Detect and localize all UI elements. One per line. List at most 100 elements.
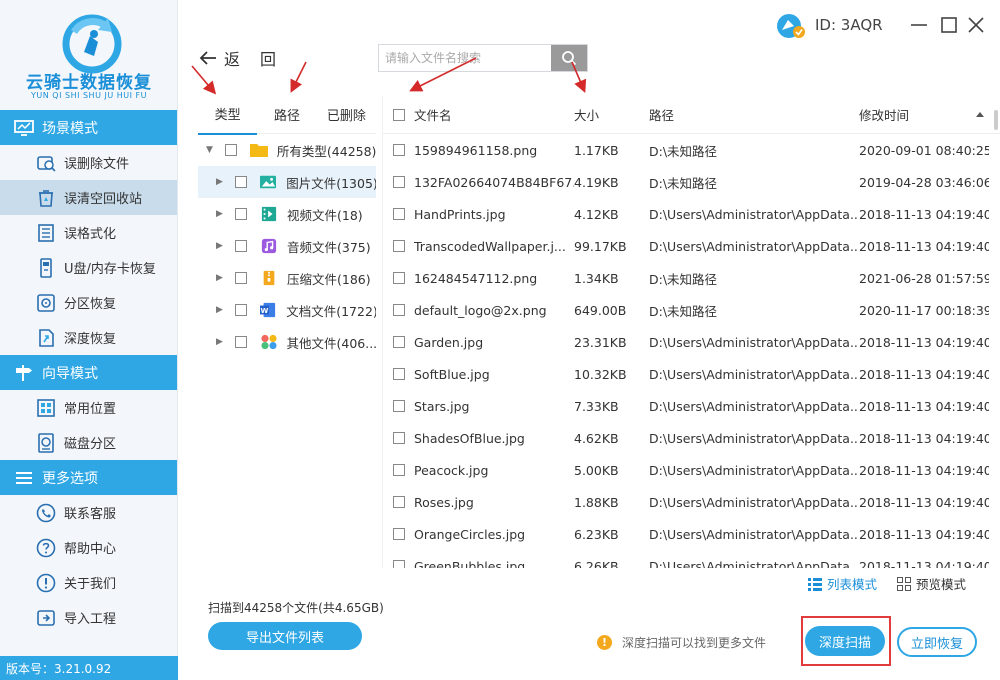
tree-item-checkbox[interactable] (234, 336, 247, 348)
table-row[interactable]: ShadesOfBlue.jpg 4.62KB D:\Users\Administr… (383, 422, 1000, 454)
tab-deleted[interactable]: 已删除 (317, 95, 376, 134)
tree-item-checkbox[interactable] (235, 240, 247, 252)
close-icon[interactable] (965, 14, 987, 36)
sidebar-item[interactable]: 关于我们 (0, 565, 177, 600)
list-mode-button[interactable]: 列表模式 (808, 574, 877, 593)
tree-item[interactable]: ▼ 所有类型(44258) (198, 134, 376, 166)
file-path-cell: D:\Users\Administrator\AppData... (649, 398, 859, 414)
minimize-icon[interactable] (908, 14, 930, 36)
table-row[interactable]: SoftBlue.jpg 10.32KB D:\Users\Administrato… (383, 358, 1000, 390)
table-row[interactable]: Stars.jpg 7.33KB D:\Users\Administrator\Ap… (383, 390, 1000, 422)
import-icon (36, 608, 56, 628)
deep-scan-button[interactable]: 深度扫描 (805, 626, 885, 656)
row-checkbox[interactable] (392, 304, 405, 316)
sidebar-item[interactable]: 磁盘分区 (0, 425, 177, 460)
table-row[interactable]: default_logo@2x.png 649.00B D:\未知路径 2020-11… (383, 294, 1000, 326)
expand-arrow-icon[interactable]: ▶ (216, 209, 226, 219)
table-row[interactable]: Peacock.jpg 5.00KB D:\Users\Administrator\… (383, 454, 1000, 486)
tree-item-checkbox[interactable] (235, 272, 247, 284)
tab-path[interactable]: 路径 (257, 95, 316, 134)
tree-item-checkbox[interactable] (235, 208, 247, 220)
modified-time-cell: 2018-11-13 04:19:40 (859, 462, 989, 478)
tree-item-checkbox[interactable] (224, 144, 237, 156)
column-header-path[interactable]: 路径 (649, 105, 859, 124)
back-button[interactable]: 返回 (198, 46, 296, 70)
expand-arrow-icon[interactable]: ▶ (216, 241, 226, 251)
expand-arrow-icon[interactable]: ▶ (216, 337, 226, 347)
search-icon (562, 51, 577, 66)
collapse-arrow-icon[interactable]: ▼ (206, 145, 216, 155)
user-avatar-icon[interactable] (776, 12, 806, 40)
column-header-time[interactable]: 修改时间 (859, 105, 989, 124)
tree-item[interactable]: ▶ 音频文件(375) (198, 230, 376, 262)
row-checkbox[interactable] (392, 208, 405, 220)
sort-ascending-icon[interactable] (976, 112, 984, 117)
tree-item[interactable]: ▶ 图片文件(1305) (198, 166, 376, 198)
row-checkbox[interactable] (392, 176, 405, 188)
recover-now-button[interactable]: 立即恢复 (897, 627, 977, 657)
file-size-cell: 1.88KB (574, 494, 619, 510)
row-checkbox[interactable] (392, 432, 405, 444)
row-checkbox[interactable] (392, 240, 405, 252)
row-checkbox[interactable] (392, 400, 405, 412)
row-checkbox[interactable] (392, 272, 405, 284)
modified-time-cell: 2018-11-13 04:19:40 (859, 206, 989, 222)
table-row[interactable]: OrangeCircles.jpg 6.23KB D:\Users\Administ… (383, 518, 1000, 550)
logo-icon (62, 14, 122, 74)
search-input[interactable] (379, 45, 551, 71)
column-header-size[interactable]: 大小 (574, 105, 649, 124)
expand-arrow-icon[interactable]: ▶ (216, 177, 226, 187)
sidebar-item-label: 分区恢复 (64, 297, 117, 312)
table-row[interactable]: TranscodedWallpaper.j... 99.17KB D:\Users\… (383, 230, 1000, 262)
table-row[interactable]: Garden.jpg 23.31KB D:\Users\Administrator\… (383, 326, 1000, 358)
tree-item[interactable]: ▶ W 文档文件(1722) (198, 294, 376, 326)
select-all-checkbox[interactable] (392, 108, 405, 121)
table-row[interactable]: 132FA02664074B84BF67... 4.19KB D:\未知路径 2019… (383, 166, 1000, 198)
table-row[interactable]: 159894961158.png 1.17KB D:\未知路径 2020-09-01 … (383, 134, 1000, 166)
filter-tabs: 类型 路径 已删除 (198, 94, 376, 135)
sidebar-item[interactable]: 常用位置 (0, 390, 177, 425)
file-name-cell: HandPrints.jpg (414, 206, 506, 222)
sidebar-item[interactable]: 帮助中心 (0, 530, 177, 565)
section-title: 向导模式 (42, 365, 98, 382)
file-size-cell: 99.17KB (574, 238, 627, 254)
maximize-icon[interactable] (938, 14, 960, 36)
row-checkbox[interactable] (392, 144, 405, 156)
sidebar-item[interactable]: 分区恢复 (0, 285, 177, 320)
tree-item[interactable]: ▶ 其他文件(406... (198, 326, 376, 358)
tree-item-label: 视频文件(18) (287, 207, 363, 223)
tree-item[interactable]: ▶ 压缩文件(186) (198, 262, 376, 294)
column-header-name[interactable]: 文件名 (414, 105, 574, 124)
tree-item[interactable]: ▶ 视频文件(18) (198, 198, 376, 230)
table-scrollbar[interactable] (994, 110, 998, 130)
preview-mode-button[interactable]: 预览模式 (897, 574, 966, 593)
row-checkbox[interactable] (392, 336, 405, 348)
row-checkbox[interactable] (392, 368, 405, 380)
search-button[interactable] (551, 45, 587, 71)
row-checkbox[interactable] (392, 464, 405, 476)
file-path-cell: D:\Users\Administrator\AppData... (649, 494, 859, 510)
row-checkbox[interactable] (392, 496, 405, 508)
sidebar-item[interactable]: U盘/内存卡恢复 (0, 250, 177, 285)
table-row[interactable]: HandPrints.jpg 4.12KB D:\Users\Administrat… (383, 198, 1000, 230)
sidebar-item[interactable]: 误清空回收站 (0, 180, 177, 215)
file-path-cell: D:\Users\Administrator\AppData... (649, 334, 859, 350)
sidebar-item[interactable]: 导入工程 (0, 600, 177, 635)
sidebar-item[interactable]: 误删除文件 (0, 145, 177, 180)
row-checkbox[interactable] (392, 560, 405, 568)
row-checkbox[interactable] (392, 528, 405, 540)
table-row[interactable]: Roses.jpg 1.88KB D:\Users\Administrator\Ap… (383, 486, 1000, 518)
sidebar-item[interactable]: 误格式化 (0, 215, 177, 250)
table-row[interactable]: GreenBubbles.jpg 6.26KB D:\Users\Administr… (383, 550, 1000, 568)
sidebar-item[interactable]: 联系客服 (0, 495, 177, 530)
table-row[interactable]: 162484547112.png 1.34KB D:\未知路径 2021-06-28 … (383, 262, 1000, 294)
usb-drive-icon (36, 257, 56, 278)
tab-type[interactable]: 类型 (198, 94, 258, 135)
expand-arrow-icon[interactable]: ▶ (216, 305, 226, 315)
sidebar-item[interactable]: 深度恢复 (0, 320, 177, 355)
expand-arrow-icon[interactable]: ▶ (216, 273, 226, 283)
export-file-list-button[interactable]: 导出文件列表 (208, 622, 362, 650)
tree-item-checkbox[interactable] (234, 304, 247, 316)
tree-item-checkbox[interactable] (234, 176, 247, 188)
tree-item-label: 其他文件(406... (286, 335, 377, 351)
